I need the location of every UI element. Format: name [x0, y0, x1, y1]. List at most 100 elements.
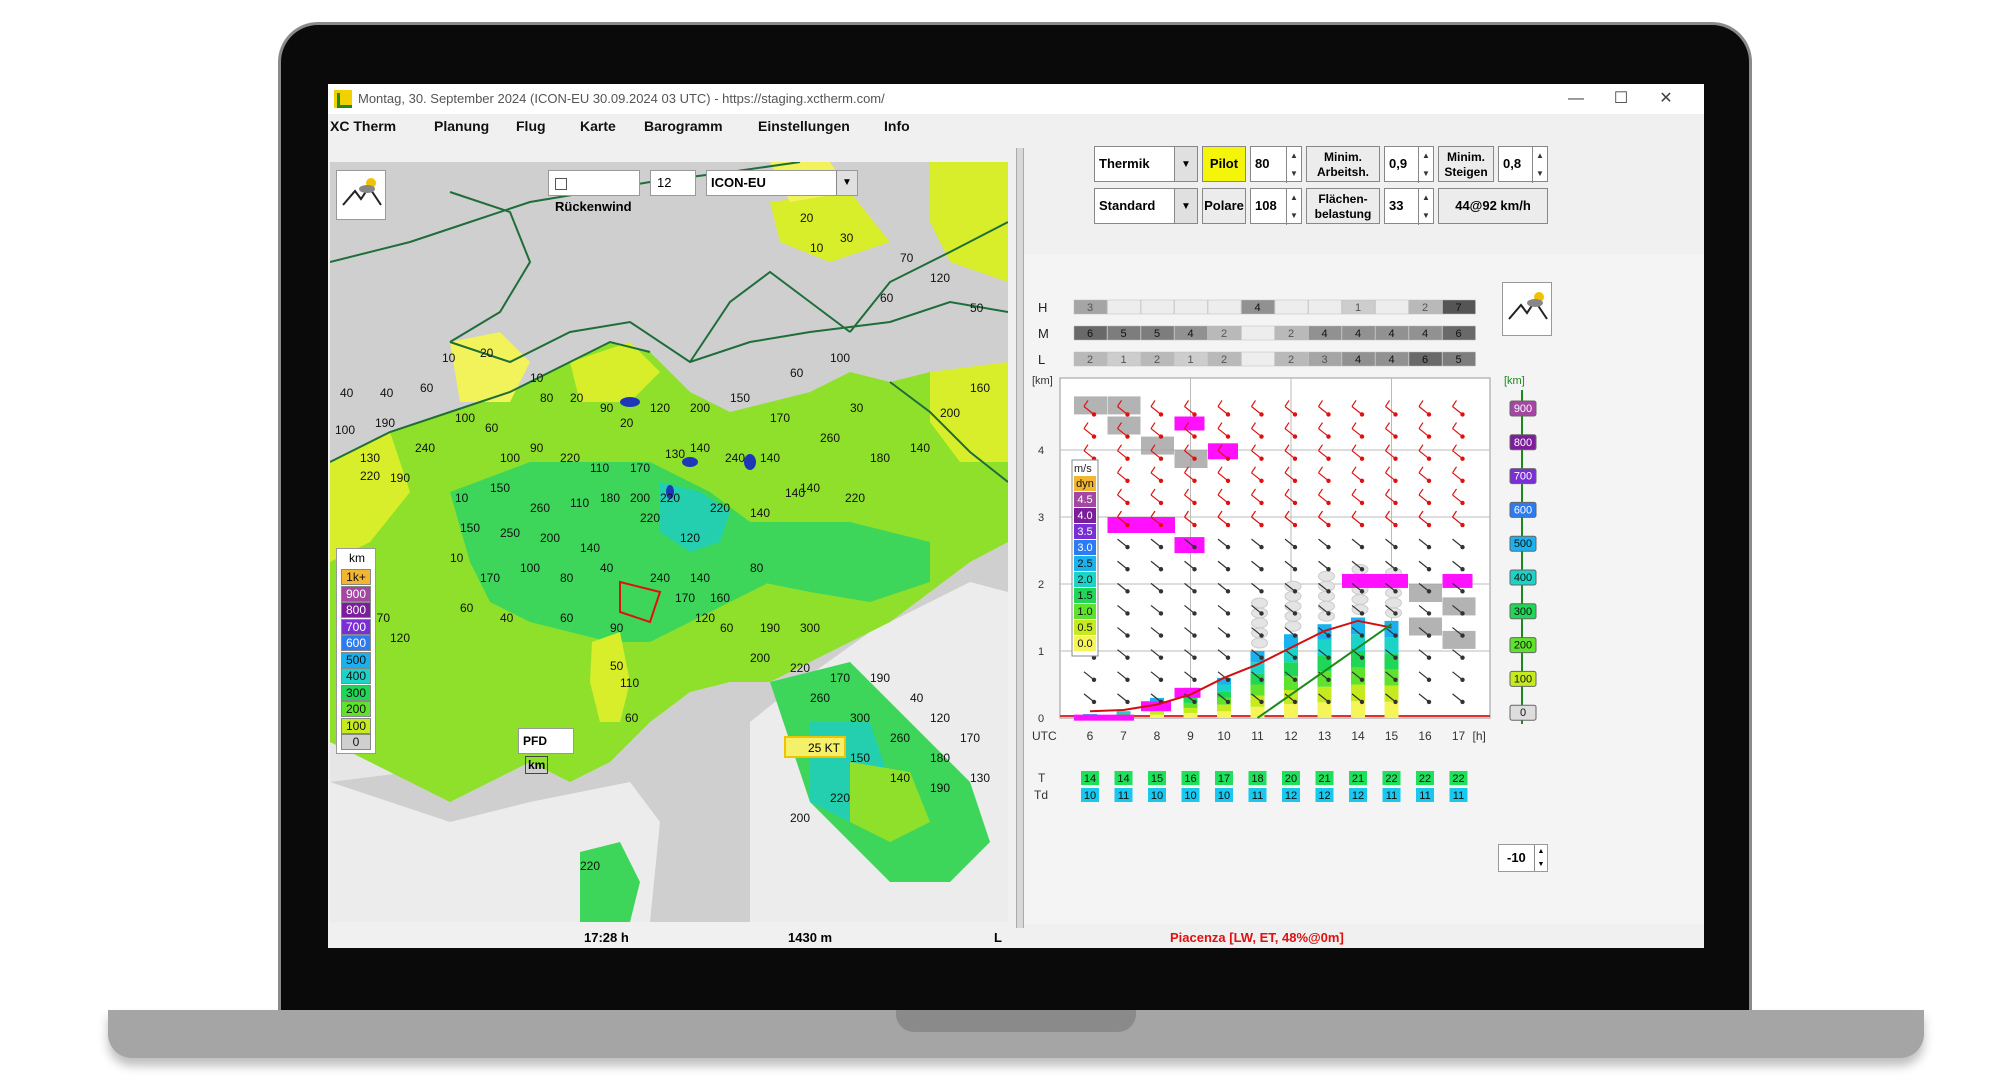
y-tick: 1	[1038, 646, 1044, 658]
svg-text:170: 170	[480, 571, 500, 585]
terrain-profile-button[interactable]	[1502, 282, 1552, 336]
temp-value: 14	[1084, 773, 1096, 785]
legend-item: 800	[341, 602, 371, 618]
right-scale-label: 600	[1514, 504, 1532, 516]
legend-item: 900	[341, 585, 371, 602]
pilot-weight-value: 80	[1255, 156, 1270, 171]
svg-text:160: 160	[710, 591, 730, 605]
min-climb-value: 0,8	[1503, 156, 1522, 171]
cumulus-puff	[1284, 600, 1302, 612]
map-panel[interactable]: 40 40 60 10 20 10 80 20 90 20 120 200 150 170 60 1…	[330, 162, 1008, 922]
menu-karte[interactable]: Karte	[580, 118, 616, 134]
laptop-hinge	[896, 1010, 1136, 1032]
mountain-cloud-icon	[342, 178, 382, 206]
svg-text:30: 30	[850, 401, 864, 415]
menu-flug[interactable]: Flug	[516, 118, 546, 134]
svg-text:140: 140	[760, 451, 780, 465]
svg-text:10: 10	[530, 371, 544, 385]
svg-text:190: 190	[870, 671, 890, 685]
wing-loading-button[interactable]: Flächen- belastung	[1306, 188, 1380, 224]
min-work-label-1: Minim.	[1324, 150, 1362, 164]
svg-text:140: 140	[890, 771, 910, 785]
model-select[interactable]: ICON-EU ▼	[706, 170, 858, 196]
x-tick: 6	[1087, 729, 1094, 743]
svg-text:140: 140	[785, 486, 805, 500]
inversion-block	[1208, 443, 1238, 460]
polar-value: 108	[1255, 198, 1277, 213]
dewpoint-value: 10	[1084, 790, 1096, 802]
legend-item: 700	[341, 618, 371, 635]
climb-legend-label: 0.0	[1077, 638, 1092, 650]
climb-bar-segment	[1317, 702, 1332, 718]
min-climb-spinner[interactable]: 0,8 ▲ ▼	[1498, 146, 1548, 183]
cloud-cell-value: 7	[1455, 302, 1461, 314]
humidity-block	[1442, 630, 1476, 649]
polar-spinner[interactable]: 108 ▲ ▼	[1250, 188, 1302, 225]
spinner-arrows-icon: ▲ ▼	[1534, 845, 1547, 871]
offset-spinner[interactable]: -10 ▲ ▼	[1498, 844, 1548, 872]
pilot-button[interactable]: Pilot	[1202, 146, 1246, 182]
x-tick: 11	[1251, 729, 1264, 743]
svg-text:40: 40	[380, 386, 394, 400]
pilot-weight-spinner[interactable]: 80 ▲ ▼	[1250, 146, 1302, 183]
window-title: Montag, 30. September 2024 (ICON-EU 30.0…	[358, 91, 885, 106]
menu-einstellungen[interactable]: Einstellungen	[758, 118, 850, 134]
min-climb-button[interactable]: Minim. Steigen	[1438, 146, 1494, 182]
wing-loading-spinner[interactable]: 33 ▲ ▼	[1384, 188, 1434, 225]
tailwind-spinner[interactable]: 12	[650, 170, 696, 196]
temp-value: 20	[1285, 773, 1297, 785]
svg-text:240: 240	[725, 451, 745, 465]
forecast-diagram[interactable]: H 3 4 1 2 7 M 6 5 5 4 2 2 4 4 4 4 6 L 2 1 2 1 2 2 3 4 4 6 5 [km] 0 1 2 3 4 m…	[1024, 254, 1704, 924]
svg-text:10: 10	[810, 241, 824, 255]
polar-button[interactable]: Polare	[1202, 188, 1246, 224]
svg-text:120: 120	[680, 531, 700, 545]
svg-text:60: 60	[790, 366, 804, 380]
mode-select[interactable]: Thermik ▼	[1094, 146, 1198, 182]
menu-info[interactable]: Info	[884, 118, 910, 134]
menu-planung[interactable]: Planung	[434, 118, 489, 134]
maximize-button[interactable]: ☐	[1601, 88, 1641, 110]
tailwind-checkbox[interactable]: Rückenwind	[548, 170, 640, 214]
y-tick: 3	[1038, 512, 1044, 524]
map-canvas[interactable]: 40 40 60 10 2010 80 2090 20120 200 15017060 1…	[330, 162, 1008, 922]
menu-xc-therm[interactable]: XC Therm	[330, 118, 396, 134]
legend-item: 600	[341, 635, 371, 651]
svg-text:140: 140	[750, 506, 770, 520]
x-unit: [h]	[1473, 729, 1486, 743]
min-work-height-spinner[interactable]: 0,9 ▲ ▼	[1384, 146, 1434, 183]
minimize-button[interactable]: —	[1556, 88, 1596, 110]
altitude-legend: km 1k+ 900 800 700 600 500 400 300 200 100 0	[336, 548, 376, 754]
split-divider[interactable]	[1016, 148, 1024, 928]
x-tick: 9	[1187, 729, 1194, 743]
climb-bar-segment	[1317, 639, 1332, 656]
cloud-cell-value: 4	[1321, 328, 1327, 340]
cloud-cell-value: 3	[1087, 302, 1093, 314]
inversion-block	[1174, 416, 1205, 431]
pfd-toggle[interactable]: PFD km	[518, 728, 574, 774]
cloud-cell-value: 4	[1422, 328, 1428, 340]
menu-barogramm[interactable]: Barogramm	[644, 118, 723, 134]
spinner-arrows-icon: ▲ ▼	[1286, 189, 1301, 225]
dewpoint-value: 11	[1419, 790, 1430, 802]
svg-text:220: 220	[845, 491, 865, 505]
climb-bar-segment	[1250, 706, 1265, 718]
km-button[interactable]: km	[525, 756, 549, 774]
cumulus-puff	[1251, 637, 1268, 649]
terrain-view-button[interactable]	[336, 170, 386, 220]
cloud-cell-value: 2	[1087, 354, 1093, 366]
chevron-down-icon: ▼	[1174, 189, 1197, 223]
y-unit-left: [km]	[1032, 375, 1053, 387]
svg-text:140: 140	[910, 441, 930, 455]
humidity-block	[1174, 450, 1208, 468]
cumulus-puff	[1284, 590, 1302, 602]
close-button[interactable]: ✕	[1646, 88, 1686, 110]
y-tick: 2	[1038, 579, 1044, 591]
dewpoint-value: 12	[1318, 790, 1330, 802]
polar-preset-select[interactable]: Standard ▼	[1094, 188, 1198, 224]
min-work-height-button[interactable]: Minim. Arbeitsh.	[1306, 146, 1380, 182]
climb-bar-segment	[1284, 704, 1298, 718]
dewpoint-value: 11	[1118, 790, 1129, 802]
tailwind-label: Rückenwind	[555, 199, 632, 214]
mountain-cloud-icon	[1508, 292, 1548, 320]
min-climb-label-1: Minim.	[1447, 150, 1485, 164]
